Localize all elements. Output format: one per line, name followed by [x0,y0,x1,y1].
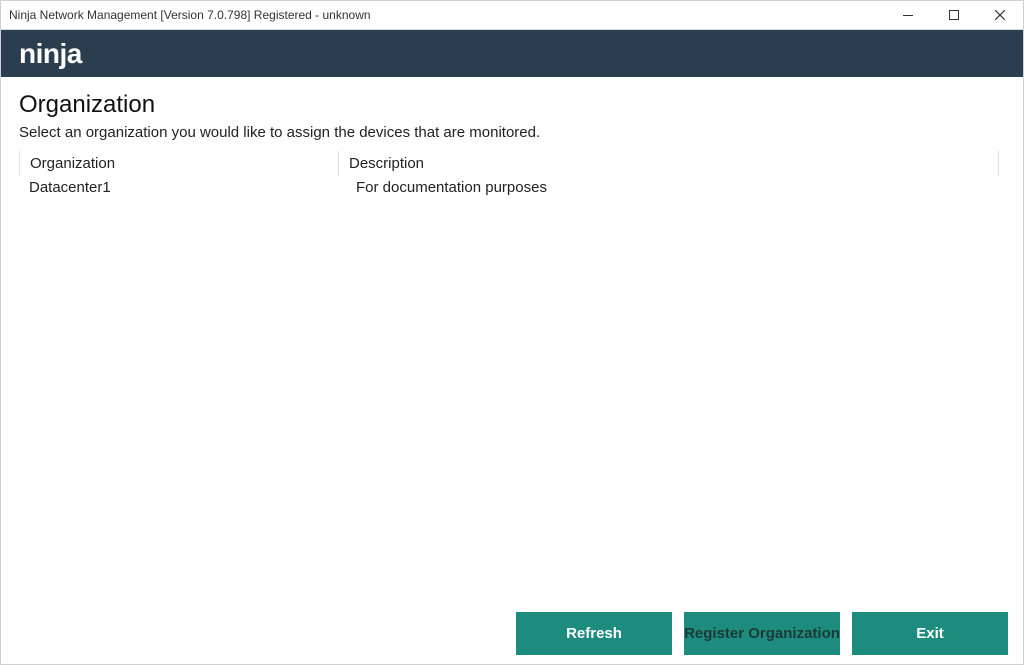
table-header-row: Organization Description [19,151,999,176]
page-subtitle: Select an organization you would like to… [19,124,1005,141]
register-organization-button[interactable]: Register Organization [684,612,840,655]
footer-buttons: Refresh Register Organization Exit [516,612,1008,655]
table-row[interactable]: Datacenter1 For documentation purposes [19,176,999,199]
cell-description: For documentation purposes [339,176,999,199]
cell-organization: Datacenter1 [19,176,339,199]
window-maximize-button[interactable] [931,1,977,30]
main-content: Organization Select an organization you … [1,77,1023,603]
organization-table: Organization Description Datacenter1 For… [19,151,999,199]
refresh-button[interactable]: Refresh [516,612,672,655]
brand-bar: ninja [1,30,1023,77]
window-close-button[interactable] [977,1,1023,30]
maximize-icon [949,10,959,20]
window-title: Ninja Network Management [Version 7.0.79… [9,8,885,22]
table-header-description[interactable]: Description [339,151,999,176]
table-header-organization[interactable]: Organization [19,151,339,176]
page-heading: Organization [19,91,1005,119]
close-icon [995,10,1005,20]
window-minimize-button[interactable] [885,1,931,30]
brand-logo: ninja [19,38,82,70]
window-titlebar: Ninja Network Management [Version 7.0.79… [1,1,1023,30]
minimize-icon [903,15,913,16]
exit-button[interactable]: Exit [852,612,1008,655]
